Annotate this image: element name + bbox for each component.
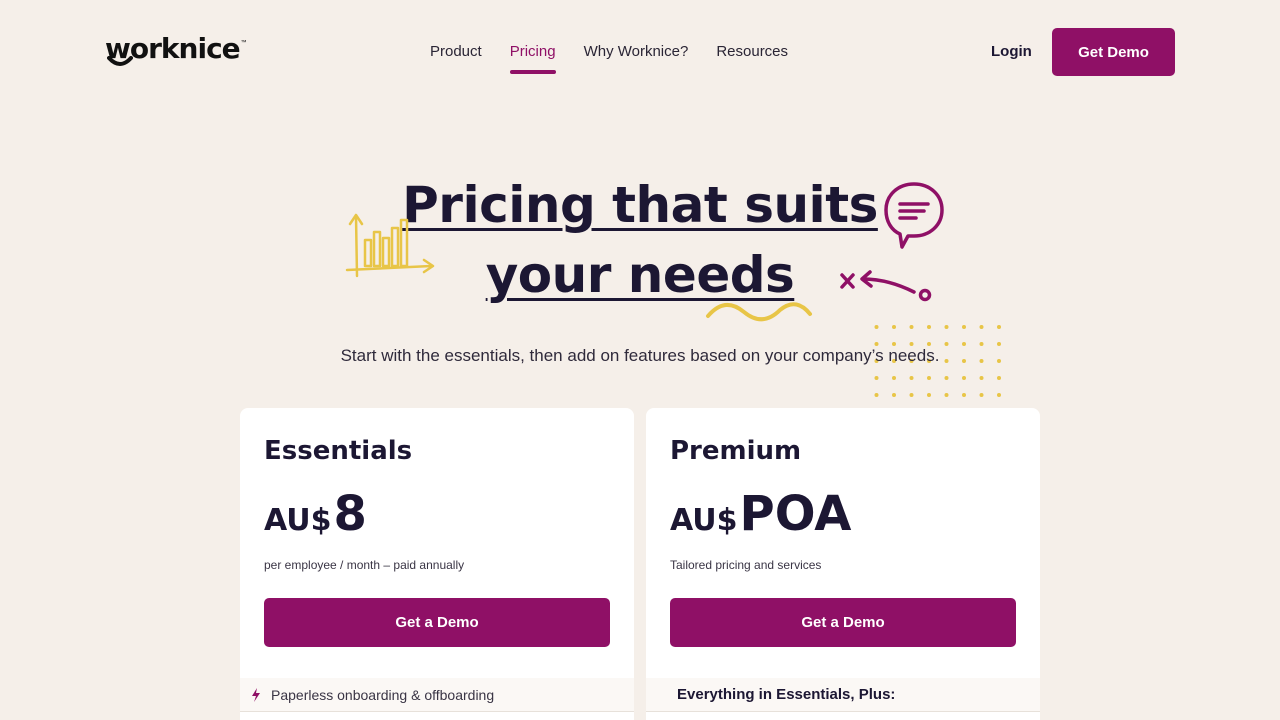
plan-price: AU$ POA <box>670 486 851 542</box>
features-heading: Everything in Essentials, Plus: <box>677 686 896 703</box>
chart-doodle-icon <box>345 213 435 278</box>
squiggle-icon <box>706 302 812 322</box>
price-currency: AU$ <box>264 503 332 538</box>
main-nav: Product Pricing Why Worknice? Resources <box>430 30 788 74</box>
worknice-logo[interactable]: worknice ™ <box>105 32 247 72</box>
page-subtitle: Start with the essentials, then add on f… <box>340 346 940 365</box>
feature-item: Paperless onboarding & offboarding <box>240 678 634 712</box>
plan-name: Essentials <box>264 436 413 466</box>
title-line-1: Pricing that suits <box>402 176 878 234</box>
site-header: worknice ™ Product Pricing Why Worknice?… <box>0 0 1280 100</box>
price-currency: AU$ <box>670 503 738 538</box>
arrow-doodle-icon <box>840 270 932 302</box>
login-link[interactable]: Login <box>991 40 1032 64</box>
chat-bubble-icon <box>884 182 944 249</box>
nav-resources[interactable]: Resources <box>716 30 788 74</box>
plan-card-premium: Premium AU$ POA Tailored pricing and ser… <box>646 408 1040 720</box>
feature-text: Paperless onboarding & offboarding <box>271 686 495 703</box>
lightning-icon <box>252 687 260 702</box>
price-note: per employee / month – paid annually <box>264 558 465 572</box>
nav-pricing[interactable]: Pricing <box>509 30 556 74</box>
get-a-demo-button[interactable]: Get a Demo <box>264 598 610 647</box>
get-demo-button[interactable]: Get Demo <box>1052 28 1175 76</box>
get-a-demo-button[interactable]: Get a Demo <box>670 598 1016 647</box>
plan-price: AU$ 8 <box>264 486 367 542</box>
logo-smile-icon <box>107 56 133 66</box>
price-note: Tailored pricing and services <box>670 558 822 572</box>
nav-product[interactable]: Product <box>430 30 482 74</box>
plan-name: Premium <box>670 436 802 466</box>
nav-why-worknice[interactable]: Why Worknice? <box>584 30 689 74</box>
logo-trademark: ™ <box>240 40 247 46</box>
features-heading-row: Everything in Essentials, Plus: <box>646 678 1040 712</box>
price-value: 8 <box>333 486 367 542</box>
price-value: POA <box>739 486 852 542</box>
plan-card-essentials: Essentials AU$ 8 per employee / month – … <box>240 408 634 720</box>
title-line-2: your needs <box>485 246 795 304</box>
